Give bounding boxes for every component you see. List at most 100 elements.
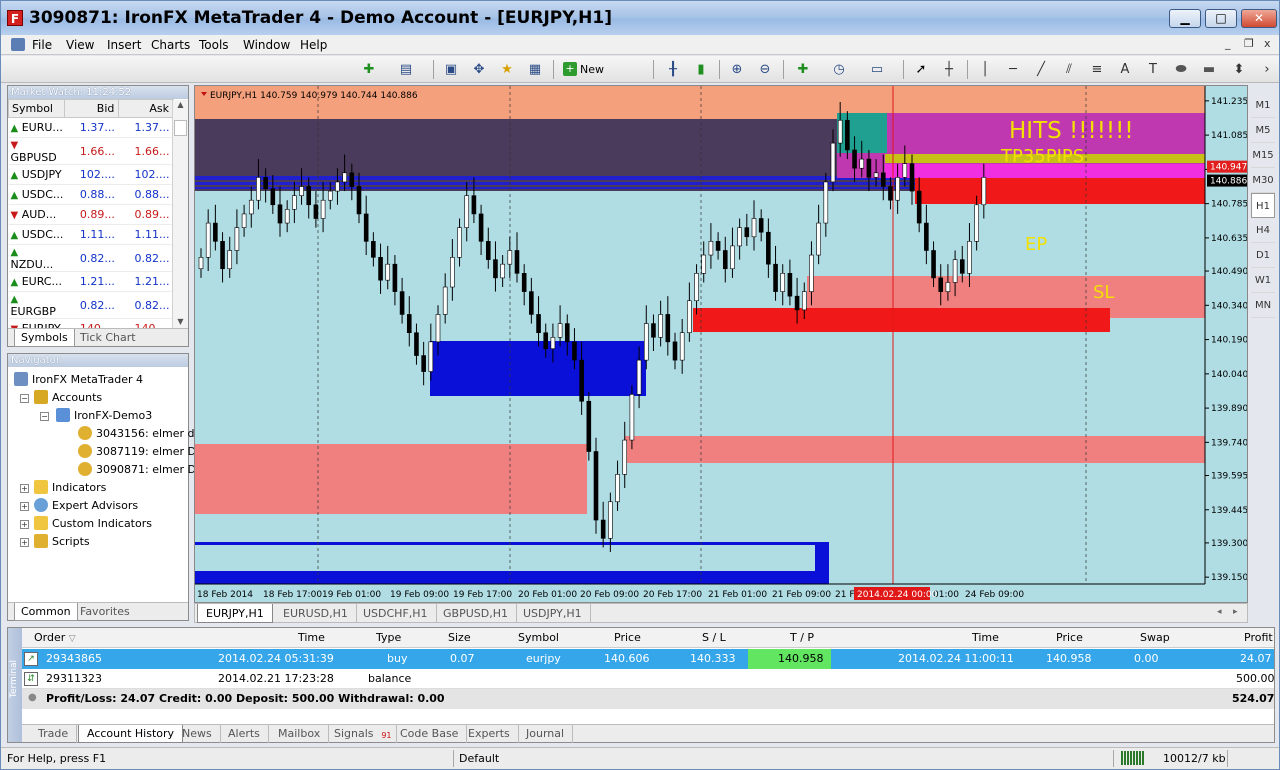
nav-custom-indicators[interactable]: Custom Indicators	[34, 516, 152, 530]
timeframe-w1[interactable]: W1	[1251, 268, 1275, 293]
zone-sl-red[interactable]	[693, 308, 1110, 320]
tab-journal[interactable]: Journal	[518, 725, 574, 743]
history-row-2[interactable]: ⇵ 29311323 2014.02.21 17:23:28 balance 5…	[22, 669, 1275, 689]
market-watch-row[interactable]: ▲ USDC... 1.11... 1.11...	[8, 224, 174, 245]
col-type[interactable]: Type	[376, 631, 401, 644]
cursor-icon[interactable]: ➚	[911, 60, 931, 79]
label-sl[interactable]: SL	[1093, 282, 1114, 303]
title-bar[interactable]: F 3090871: IronFX MetaTrader 4 - Demo Ac…	[1, 1, 1279, 35]
minimize-button[interactable]: ▁	[1169, 9, 1201, 28]
label-hits[interactable]: HITS !!!!!!!	[1009, 118, 1134, 144]
col-bid[interactable]: Bid	[63, 99, 120, 118]
col-time-close[interactable]: Time	[972, 631, 999, 644]
maximize-button[interactable]: □	[1205, 9, 1237, 28]
experts-expander[interactable]: +	[20, 502, 29, 511]
timeframe-h4[interactable]: H4	[1251, 218, 1275, 243]
indicators-expander[interactable]: +	[20, 484, 29, 493]
equidistant-channel-icon[interactable]: ⫽	[1059, 60, 1079, 79]
timeframe-h1[interactable]: H1	[1251, 193, 1275, 218]
nav-root[interactable]: IronFX MetaTrader 4	[14, 372, 143, 386]
col-order[interactable]: Order ▽	[34, 631, 76, 644]
market-watch-row[interactable]: ▲ EURU... 1.37... 1.37...	[8, 117, 174, 138]
candlestick-icon[interactable]: ▮	[691, 60, 711, 79]
periods-icon[interactable]: ◷	[829, 60, 849, 79]
col-profit[interactable]: Profit	[1244, 631, 1273, 644]
mdi-restore-button[interactable]: ❐	[1244, 37, 1254, 50]
scripts-expander[interactable]: +	[20, 538, 29, 547]
col-sl[interactable]: S / L	[702, 631, 726, 644]
zone-lower-pink-2[interactable]	[625, 436, 1205, 463]
zoom-out-icon[interactable]: ⊖	[755, 60, 775, 79]
toolbar-more-icon[interactable]: ›	[1257, 60, 1277, 79]
terminal-icon[interactable]: ▦	[525, 60, 545, 79]
new-order-button[interactable]: + New Order	[561, 59, 638, 97]
server-expander[interactable]: −	[40, 412, 49, 421]
market-watch-row[interactable]: ▲ EURC... 1.21... 1.21...	[8, 271, 174, 292]
menu-charts[interactable]: Charts	[151, 38, 190, 52]
menu-file[interactable]: File	[32, 38, 52, 52]
menu-help[interactable]: Help	[300, 38, 327, 52]
col-symbol[interactable]: Symbol	[518, 631, 559, 644]
accounts-expander[interactable]: −	[20, 394, 29, 403]
zone-lower-pink[interactable]	[195, 444, 587, 514]
col-swap[interactable]: Swap	[1140, 631, 1170, 644]
tab-tick-chart[interactable]: Tick Chart	[74, 329, 142, 347]
label-ep[interactable]: EP	[1025, 234, 1047, 255]
tab-gbpusd-h1[interactable]: GBPUSD,H1	[435, 604, 517, 623]
timeframe-m30[interactable]: M30	[1251, 168, 1275, 193]
chart-window[interactable]: 141.235141.085140.935140.785140.635140.4…	[194, 85, 1248, 603]
tab-favorites[interactable]: Favorites	[74, 603, 136, 621]
market-watch-row[interactable]: ▼ GBPUSD 1.66... 1.66...	[8, 137, 174, 165]
tab-signals[interactable]: Signals 91	[326, 725, 397, 743]
nav-accounts[interactable]: Accounts	[34, 390, 102, 404]
horizontal-line-icon[interactable]: ─	[1003, 60, 1023, 79]
navigator-icon[interactable]: ✥	[469, 60, 489, 79]
custom-indicators-expander[interactable]: +	[20, 520, 29, 529]
tab-eurjpy-h1[interactable]: EURJPY,H1	[197, 604, 273, 623]
zone-entry-red[interactable]	[915, 178, 1205, 204]
zoom-in-icon[interactable]: ⊕	[727, 60, 747, 79]
market-watch-icon[interactable]: ▣	[441, 60, 461, 79]
timeframe-d1[interactable]: D1	[1251, 243, 1275, 268]
data-window-icon[interactable]: ★	[497, 60, 517, 79]
vertical-line-icon[interactable]: │	[975, 60, 995, 79]
indicators-icon[interactable]: ✚	[793, 60, 813, 79]
tab-trade[interactable]: Trade	[30, 725, 78, 743]
timeframe-m1[interactable]: M1	[1251, 93, 1275, 118]
market-watch-row[interactable]: ▲ USDC... 0.88... 0.88...	[8, 184, 174, 205]
history-row-1[interactable]: ↗ 29343865 2014.02.24 05:31:39 buy 0.07 …	[22, 649, 1274, 669]
label-tp[interactable]: TP35PIPS	[1000, 146, 1084, 167]
tab-code-base[interactable]: Code Base	[392, 725, 468, 743]
templates-icon[interactable]: ▭	[867, 60, 887, 79]
nav-server[interactable]: IronFX-Demo3	[56, 408, 152, 422]
profiles-icon[interactable]: ▤	[396, 60, 416, 79]
tab-usdjpy-h1[interactable]: USDJPY,H1	[515, 604, 591, 623]
fibonacci-icon[interactable]: ≡	[1087, 60, 1107, 79]
timeframe-mn[interactable]: MN	[1251, 293, 1275, 318]
nav-account-2[interactable]: 3087119: elmer Dc	[78, 444, 202, 458]
tabs-scroll-right-icon[interactable]: ▸	[1233, 607, 1238, 617]
crosshair-icon[interactable]: ┼	[939, 60, 959, 79]
market-watch-row[interactable]: ▲ NZDU... 0.82... 0.82...	[8, 244, 174, 272]
nav-indicators[interactable]: Indicators	[34, 480, 106, 494]
market-watch-row[interactable]: ▲ EURGBP 0.82... 0.82...	[8, 291, 174, 319]
tab-common[interactable]: Common	[14, 603, 78, 621]
nav-scripts[interactable]: Scripts	[34, 534, 90, 548]
text-icon[interactable]: A	[1115, 60, 1135, 79]
mdi-close-button[interactable]: x	[1264, 37, 1271, 50]
col-time[interactable]: Time	[298, 631, 325, 644]
tab-news[interactable]: News	[174, 725, 221, 743]
zone-blue-bottom[interactable]	[195, 571, 829, 584]
new-chart-icon[interactable]: ✚	[359, 60, 379, 79]
status-profile[interactable]: Default	[459, 752, 499, 765]
market-watch-row[interactable]: ▼ AUD... 0.89... 0.89...	[8, 204, 174, 225]
menu-window[interactable]: Window	[243, 38, 290, 52]
tab-account-history[interactable]: Account History	[78, 725, 184, 743]
nav-account-3[interactable]: 3090871: elmer Dc	[78, 462, 202, 476]
arrows-icon[interactable]: ⬍	[1229, 60, 1249, 79]
col-symbol[interactable]: Symbol	[8, 99, 65, 118]
trendline-icon[interactable]: ╱	[1031, 60, 1051, 79]
col-ask[interactable]: Ask	[118, 99, 174, 118]
zone-sl-red-2[interactable]	[693, 320, 1110, 332]
timeframe-m15[interactable]: M15	[1251, 143, 1275, 168]
